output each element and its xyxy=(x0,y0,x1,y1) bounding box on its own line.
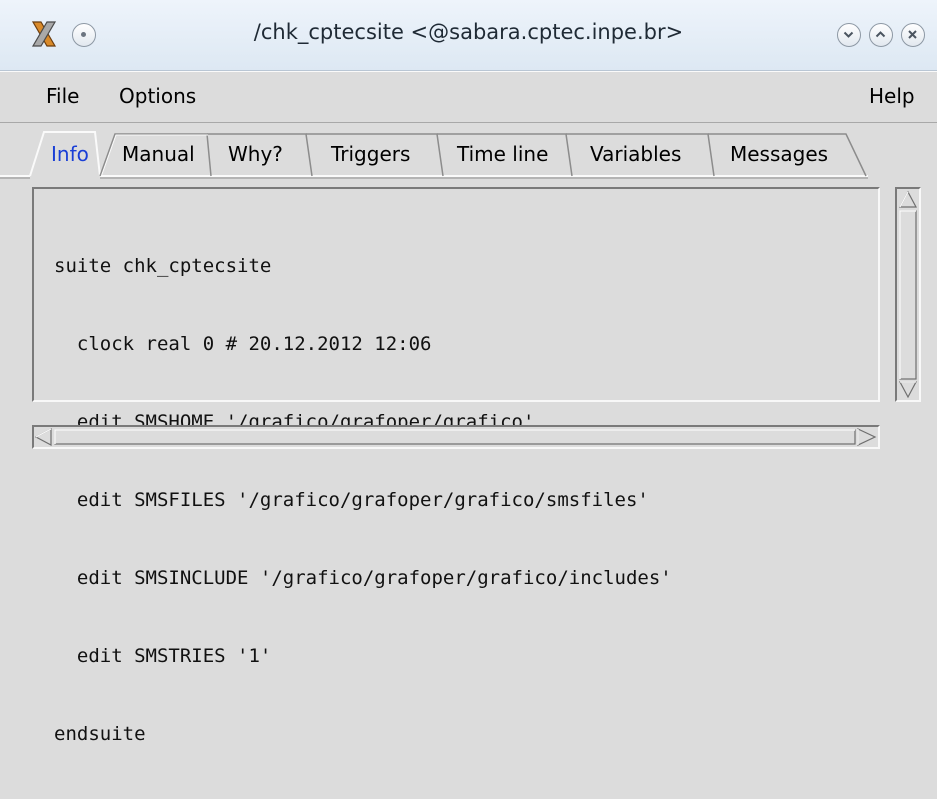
window-title: /chk_cptecsite <@sabara.cptec.inpe.br> xyxy=(253,20,684,44)
code-line: clock real 0 # 20.12.2012 12:06 xyxy=(54,333,432,355)
vertical-scroll-thumb[interactable] xyxy=(899,210,917,380)
scroll-right-arrow-icon[interactable] xyxy=(857,428,877,446)
menu-bar: File Options Help xyxy=(0,71,937,123)
code-line: endsuite xyxy=(54,723,146,745)
tab-manual[interactable]: Manual xyxy=(122,142,195,166)
tab-info[interactable]: Info xyxy=(51,142,89,166)
tab-variables[interactable]: Variables xyxy=(590,142,681,166)
suite-definition-text: suite chk_cptecsite clock real 0 # 20.12… xyxy=(54,201,672,799)
menu-file[interactable]: File xyxy=(46,84,79,108)
scroll-left-arrow-icon[interactable] xyxy=(34,428,52,446)
maximize-icon[interactable] xyxy=(869,23,893,47)
scroll-up-arrow-icon[interactable] xyxy=(899,190,917,208)
info-text-area[interactable]: suite chk_cptecsite clock real 0 # 20.12… xyxy=(32,187,880,745)
vertical-scrollbar[interactable] xyxy=(895,187,921,402)
minimize-icon[interactable] xyxy=(837,23,861,47)
tab-bar: Info Manual Why? Triggers Time line Vari… xyxy=(0,122,937,182)
code-line: edit SMSINCLUDE '/grafico/grafoper/grafi… xyxy=(54,567,672,589)
title-bar: /chk_cptecsite <@sabara.cptec.inpe.br> xyxy=(0,0,937,71)
tab-triggers[interactable]: Triggers xyxy=(331,142,410,166)
horizontal-scroll-thumb[interactable] xyxy=(54,429,856,445)
tab-time-line[interactable]: Time line xyxy=(457,142,548,166)
code-line: edit SMSTRIES '1' xyxy=(54,645,272,667)
scroll-down-arrow-icon[interactable] xyxy=(899,381,917,399)
horizontal-scrollbar[interactable] xyxy=(32,425,880,449)
tab-why[interactable]: Why? xyxy=(228,142,283,166)
code-line: suite chk_cptecsite xyxy=(54,255,272,277)
close-icon[interactable] xyxy=(901,23,925,47)
code-line: edit SMSFILES '/grafico/grafoper/grafico… xyxy=(54,489,649,511)
menu-help[interactable]: Help xyxy=(869,84,915,108)
tab-messages[interactable]: Messages xyxy=(730,142,828,166)
menu-options[interactable]: Options xyxy=(119,84,196,108)
